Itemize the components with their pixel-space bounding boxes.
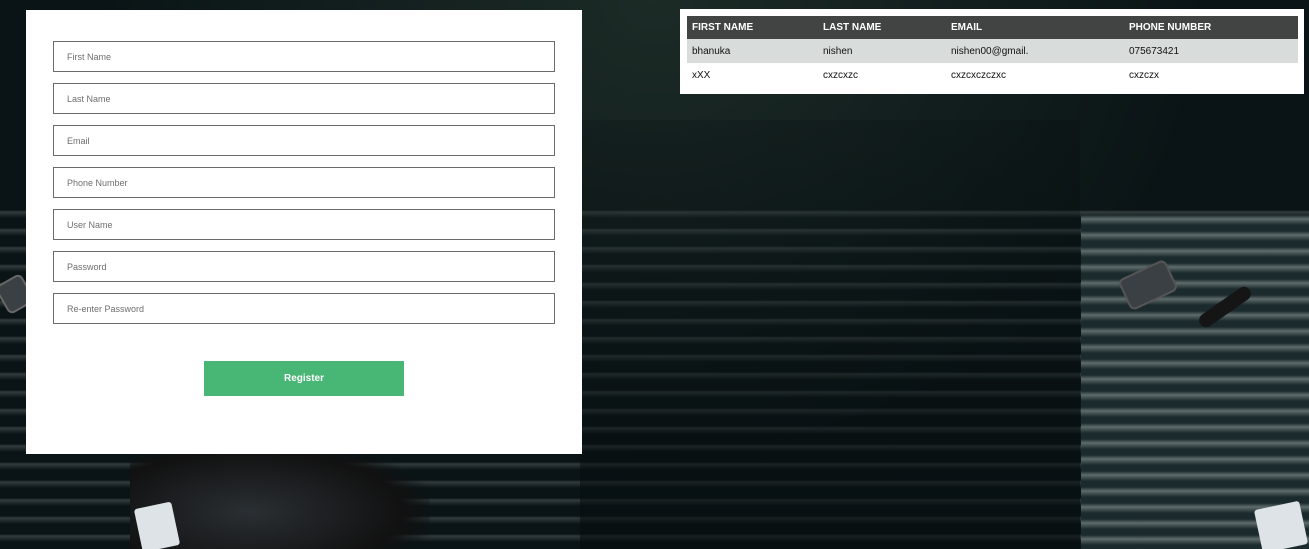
user-name-input[interactable] — [54, 210, 554, 239]
email-field[interactable] — [53, 125, 555, 156]
reenter-password-field[interactable] — [53, 293, 555, 324]
email-input[interactable] — [54, 126, 554, 155]
background-water-right — [1081, 215, 1309, 549]
registration-form: Register — [26, 10, 582, 454]
cell-email: cxzcxczczxc — [946, 63, 1124, 87]
users-table-card: FIRST NAME LAST NAME EMAIL PHONE NUMBER … — [680, 9, 1304, 94]
license-plate-right — [1253, 500, 1309, 549]
header-phone-number: PHONE NUMBER — [1124, 16, 1298, 39]
table-header-row: FIRST NAME LAST NAME EMAIL PHONE NUMBER — [687, 16, 1298, 39]
cell-first-name: bhanuka — [687, 39, 818, 63]
cell-last-name: nishen — [818, 39, 946, 63]
header-email: EMAIL — [946, 16, 1124, 39]
register-button[interactable]: Register — [204, 361, 404, 396]
last-name-input[interactable] — [54, 84, 554, 113]
cell-email: nishen00@gmail. — [946, 39, 1124, 63]
background-shadow — [580, 120, 1080, 549]
password-input[interactable] — [54, 252, 554, 281]
phone-number-field[interactable] — [53, 167, 555, 198]
phone-number-input[interactable] — [54, 168, 554, 197]
cell-last-name: cxzcxzc — [818, 63, 946, 87]
first-name-field[interactable] — [53, 41, 555, 72]
table-row: bhanuka nishen nishen00@gmail. 075673421 — [687, 39, 1298, 63]
reenter-password-input[interactable] — [54, 294, 554, 323]
user-name-field[interactable] — [53, 209, 555, 240]
cell-first-name: xXX — [687, 63, 818, 87]
last-name-field[interactable] — [53, 83, 555, 114]
users-table: FIRST NAME LAST NAME EMAIL PHONE NUMBER … — [687, 16, 1298, 87]
password-field[interactable] — [53, 251, 555, 282]
header-first-name: FIRST NAME — [687, 16, 818, 39]
cell-phone-number: 075673421 — [1124, 39, 1298, 63]
table-row: xXX cxzcxzc cxzcxczczxc cxzczx — [687, 63, 1298, 87]
first-name-input[interactable] — [54, 42, 554, 71]
header-last-name: LAST NAME — [818, 16, 946, 39]
cell-phone-number: cxzczx — [1124, 63, 1298, 87]
